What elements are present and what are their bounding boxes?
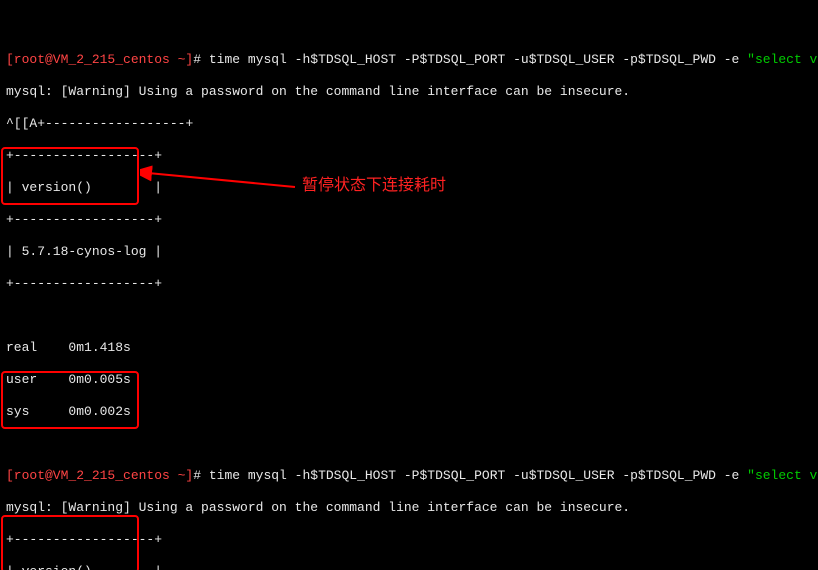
- table-border: +------------------+: [6, 148, 812, 164]
- command-sql: "select version();": [747, 52, 818, 67]
- table-border: +------------------+: [6, 212, 812, 228]
- table-border: +------------------+: [6, 532, 812, 548]
- terminal-output: [root@VM_2_215_centos ~]# time mysql -h$…: [0, 0, 818, 570]
- command-text: time mysql -h$TDSQL_HOST -P$TDSQL_PORT -…: [201, 468, 747, 483]
- timing-sys: sys 0m0.002s: [6, 404, 812, 420]
- prompt-hash: #: [193, 52, 201, 67]
- blank-line: [6, 308, 812, 324]
- prompt-line[interactable]: [root@VM_2_215_centos ~]# time mysql -h$…: [6, 468, 812, 484]
- table-header: | version() |: [6, 564, 812, 570]
- table-row: | 5.7.18-cynos-log |: [6, 244, 812, 260]
- mysql-warning: mysql: [Warning] Using a password on the…: [6, 84, 812, 100]
- prompt-hash: #: [193, 468, 201, 483]
- timing-real: real 0m1.418s: [6, 340, 812, 356]
- command-text: time mysql -h$TDSQL_HOST -P$TDSQL_PORT -…: [201, 52, 747, 67]
- prompt-user-host: [root@VM_2_215_centos ~]: [6, 468, 193, 483]
- command-sql: "select version();": [747, 468, 818, 483]
- prompt-user-host: [root@VM_2_215_centos ~]: [6, 52, 193, 67]
- table-header: | version() |: [6, 180, 812, 196]
- mysql-warning: mysql: [Warning] Using a password on the…: [6, 500, 812, 516]
- table-border: +------------------+: [6, 276, 812, 292]
- prompt-line[interactable]: [root@VM_2_215_centos ~]# time mysql -h$…: [6, 52, 812, 68]
- timing-user: user 0m0.005s: [6, 372, 812, 388]
- escape-sequence: ^[[A+------------------+: [6, 116, 812, 132]
